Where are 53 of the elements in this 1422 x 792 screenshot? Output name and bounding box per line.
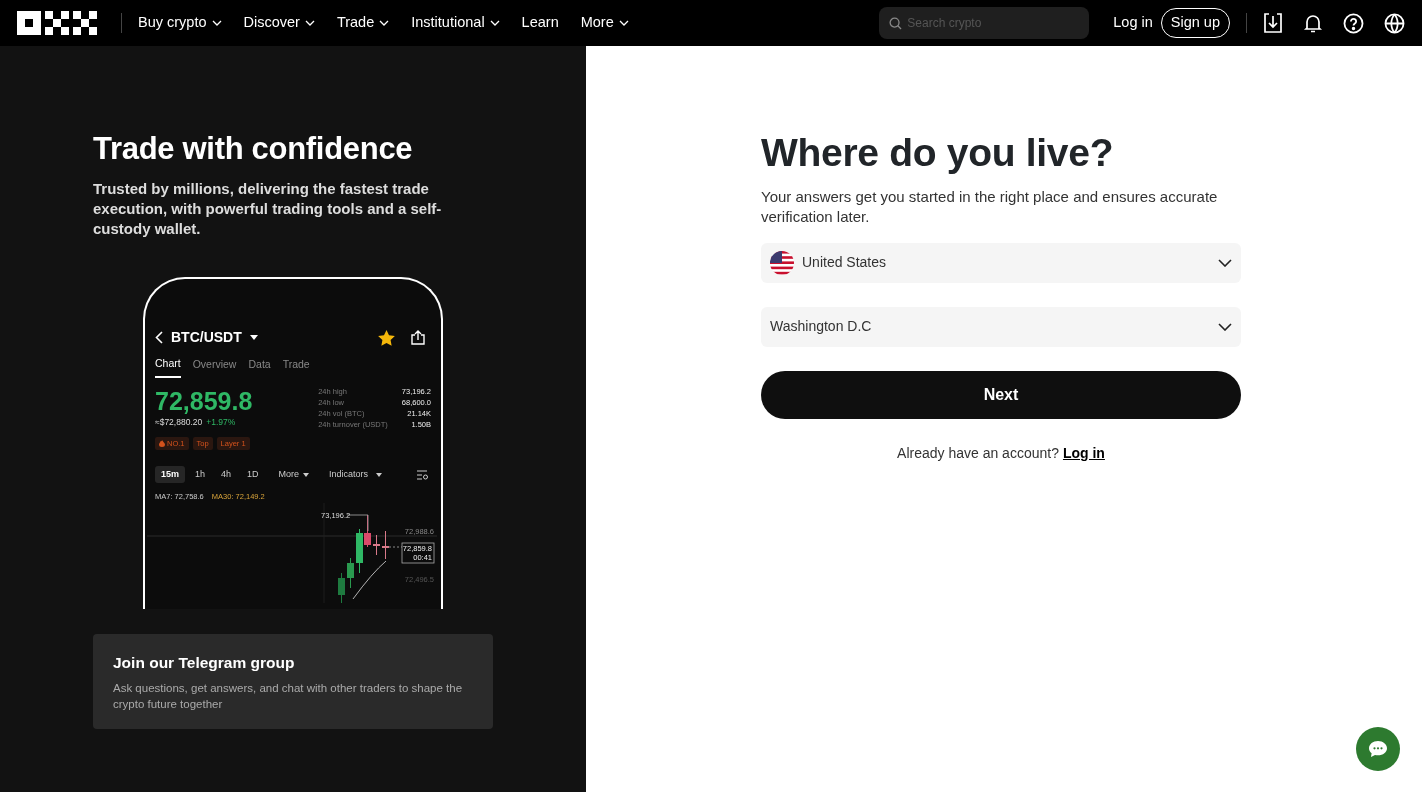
flag-icon [770,250,794,275]
nav-menu[interactable]: Institutional [411,12,500,34]
form-title: Where do you live? [761,130,1115,176]
download-icon[interactable] [1263,13,1283,33]
timeframe-tab[interactable]: 4h [215,465,238,484]
hero-title: Trade with confidence [93,130,414,168]
indicators-dropdown[interactable]: Indicators [323,465,389,484]
country-select[interactable]: United States [761,242,1241,283]
logo-icon[interactable] [17,11,97,35]
telegram-text: Ask questions, get answers, and chat with other traders to shape the crypto future together [113,681,464,713]
star-icon[interactable] [378,329,395,346]
login-link[interactable]: Log in [1113,12,1153,34]
telegram-card[interactable]: Join our Telegram group Ask questions, get answers, and chat with other traders to shape the crypto future together [93,634,493,730]
account-prompt: Already have an account? [897,443,1059,463]
globe-icon[interactable] [1384,12,1405,34]
leader-line [388,546,403,548]
nav-menu[interactable]: Buy crypto [138,12,222,34]
region-select[interactable]: Washington D.C [761,306,1241,347]
help-icon[interactable] [1343,12,1364,34]
next-button[interactable]: Next [761,370,1241,419]
chart-tab[interactable]: Overview [192,356,237,378]
price-marker [401,542,435,564]
telegram-title: Join our Telegram group [113,653,296,674]
nav-menu[interactable]: Discover [243,12,315,34]
caret-icon [376,472,383,477]
chart-tab[interactable]: Chart [155,356,181,378]
chat-icon [1368,740,1388,758]
chart-tab[interactable]: Trade [282,356,310,378]
last-price: 72,859.8 [155,385,253,416]
timeframe-tab[interactable]: 15m [155,465,185,484]
chart-settings-icon[interactable] [417,469,429,480]
chat-button[interactable] [1356,727,1400,771]
caret-icon[interactable] [249,335,258,341]
pair-title[interactable]: BTC/USDT [171,327,242,349]
nav-menu[interactable]: More [580,12,629,34]
fiat-price: ≈$72,880.20 [155,415,203,429]
chevron-down-icon [1218,258,1232,267]
login-link[interactable]: Log in [1062,442,1105,464]
hero-subtitle: Trusted by millions, delivering the fastest trade execution, with powerful trading tools and a self-custody wallet. [93,179,443,240]
bell-icon[interactable] [1303,13,1323,33]
back-icon[interactable] [155,331,163,345]
more-dropdown[interactable]: More [272,465,316,484]
chevron-down-icon [1218,322,1232,331]
price-change: +1.97% [206,415,236,429]
caret-icon [303,472,310,477]
chart-tab[interactable]: Data [248,356,271,378]
form-subtitle: Your answers get you started in the right place and ensures accurate verification later. [761,186,1219,227]
timeframe-tab[interactable]: 1h [189,465,212,484]
nav-link[interactable]: Learn [521,12,559,34]
timeframe-tab[interactable]: 1D [241,465,265,484]
nav-menu[interactable]: Trade [336,12,390,34]
search-icon [889,17,903,30]
share-icon[interactable] [411,330,425,346]
